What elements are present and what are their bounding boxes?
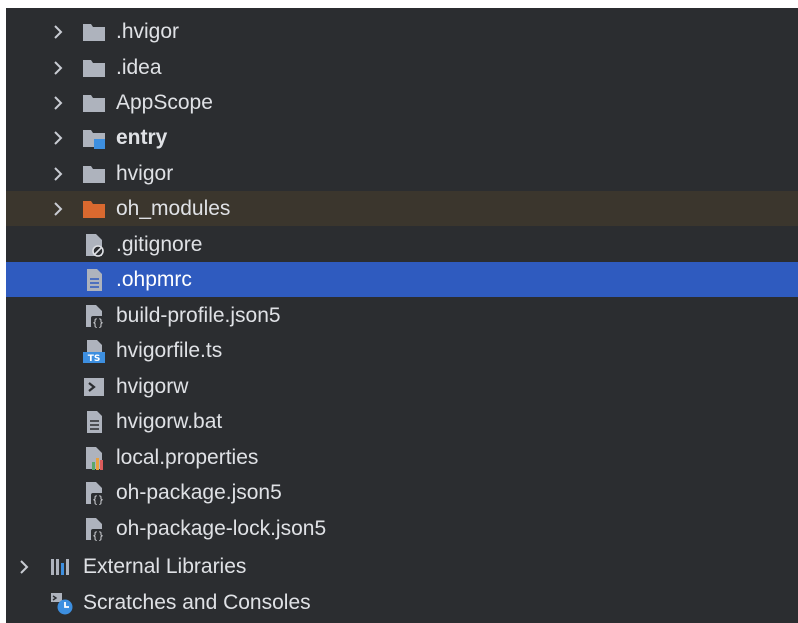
typescript-file-icon: TS [81,337,107,365]
json-file-icon: {} [81,515,107,543]
text-file-icon [81,266,107,294]
tree-item-hvigor-folder[interactable]: hvigor [6,156,798,191]
chevron-right-icon[interactable] [17,558,31,576]
project-tree-panel: .hvigor .idea AppScope entry hvigor oh_m… [6,8,798,623]
folder-icon [81,18,107,46]
tree-item-label: hvigorw [116,374,189,398]
libraries-icon [48,553,74,581]
tree-item-hvigorw[interactable]: hvigorw [6,369,798,404]
tree-item-gitignore[interactable]: .gitignore [6,227,798,262]
json-file-icon: {} [81,479,107,507]
svg-text:{}: {} [92,531,104,542]
tree-item-label: oh-package.json5 [116,480,282,504]
tree-item-local-properties[interactable]: local.properties [6,440,798,475]
tree-item-label: External Libraries [83,554,247,578]
properties-file-icon [81,444,107,472]
chevron-right-icon[interactable] [51,94,65,112]
svg-text:TS: TS [88,354,101,364]
ignore-file-icon [81,231,107,259]
folder-icon [81,89,107,117]
tree-item-hvigor-dir[interactable]: .hvigor [6,14,798,49]
svg-text:{}: {} [92,318,104,329]
tree-item-entry-module[interactable]: entry [6,120,798,155]
tree-item-label: entry [116,125,168,149]
tree-item-label: hvigorfile.ts [116,338,223,362]
shell-script-icon [81,373,107,401]
module-folder-icon [81,124,107,152]
chevron-right-icon[interactable] [51,129,65,147]
tree-item-label: .ohpmrc [116,267,192,291]
tree-item-label: AppScope [116,90,213,114]
tree-item-build-profile[interactable]: {} build-profile.json5 [6,298,798,333]
json-file-icon: {} [81,302,107,330]
tree-item-label: hvigorw.bat [116,409,223,433]
chevron-right-icon[interactable] [51,59,65,77]
tree-item-oh-package-lock[interactable]: {} oh-package-lock.json5 [6,511,798,546]
tree-item-scratches[interactable]: Scratches and Consoles [6,585,798,620]
tree-item-hvigorfile-ts[interactable]: TS hvigorfile.ts [6,333,798,368]
scratches-icon [48,589,74,617]
tree-item-label: .idea [116,55,162,79]
tree-item-idea-dir[interactable]: .idea [6,50,798,85]
tree-item-oh-package[interactable]: {} oh-package.json5 [6,475,798,510]
chevron-right-icon[interactable] [51,165,65,183]
tree-item-label: .gitignore [116,232,203,256]
tree-item-oh-modules[interactable]: oh_modules [6,191,798,226]
tree-item-ohpmrc[interactable]: .ohpmrc [6,262,798,297]
tree-item-label: Scratches and Consoles [83,590,311,614]
tree-item-appscope[interactable]: AppScope [6,85,798,120]
folder-icon [81,160,107,188]
tree-item-label: oh_modules [116,196,231,220]
svg-text:{}: {} [92,495,104,506]
tree-item-label: .hvigor [116,19,180,43]
text-file-icon [81,408,107,436]
folder-icon [81,54,107,82]
tree-item-hvigorw-bat[interactable]: hvigorw.bat [6,404,798,439]
tree-item-external-libraries[interactable]: External Libraries [6,549,798,584]
chevron-right-icon[interactable] [51,200,65,218]
tree-item-label: build-profile.json5 [116,303,281,327]
tree-item-label: local.properties [116,445,259,469]
chevron-right-icon[interactable] [51,23,65,41]
excluded-folder-icon [81,195,107,223]
tree-item-label: oh-package-lock.json5 [116,516,327,540]
tree-item-label: hvigor [116,161,174,185]
